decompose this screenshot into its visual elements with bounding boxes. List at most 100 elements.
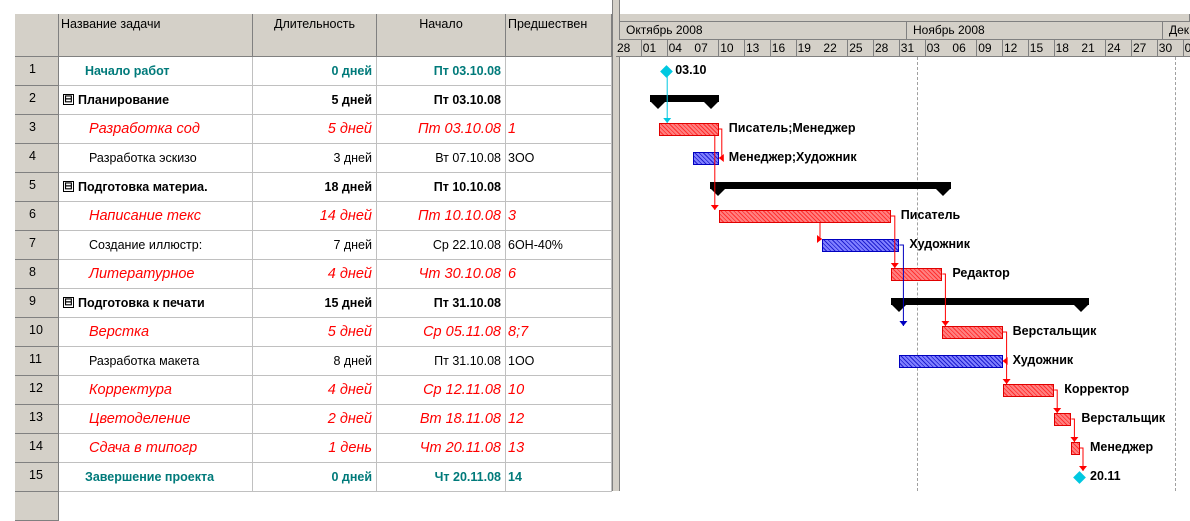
milestone-diamond-icon[interactable] xyxy=(1073,471,1086,484)
table-row[interactable]: 8 Литературное 4 дней Чт 30.10.08 6 xyxy=(0,260,612,289)
cell-predecessors[interactable]: 8;7 xyxy=(506,318,612,347)
row-number[interactable]: 12 xyxy=(15,376,59,405)
row-number-header[interactable] xyxy=(15,14,59,57)
cell-predecessors[interactable]: 1ОО xyxy=(506,347,612,376)
cell-task-name[interactable]: Сдача в типогр xyxy=(59,434,253,463)
table-row-empty[interactable] xyxy=(0,492,612,521)
cell-task-name[interactable]: ⊟ Подготовка к печати xyxy=(59,289,253,318)
cell-task-name[interactable]: Разработка сод xyxy=(59,115,253,144)
cell-duration[interactable]: 14 дней xyxy=(253,202,377,231)
cell-start[interactable]: Пт 03.10.08 xyxy=(377,115,506,144)
table-row[interactable]: 4 Разработка эскизо 3 дней Вт 07.10.08 3ОО xyxy=(0,144,612,173)
row-number[interactable]: 10 xyxy=(15,318,59,347)
cell-task-name[interactable]: ⊟ Подготовка материа. xyxy=(59,173,253,202)
cell-duration[interactable]: 7 дней xyxy=(253,231,377,260)
table-row[interactable]: 5 ⊟ Подготовка материа. 18 дней Пт 10.10.08 xyxy=(0,173,612,202)
cell-duration[interactable]: 1 день xyxy=(253,434,377,463)
task-bar-critical[interactable] xyxy=(718,210,891,223)
cell-start[interactable]: Пт 03.10.08 xyxy=(377,86,506,115)
row-number[interactable]: 8 xyxy=(15,260,59,289)
row-number[interactable]: 6 xyxy=(15,202,59,231)
row-number[interactable]: 15 xyxy=(15,463,59,492)
cell-predecessors[interactable] xyxy=(506,86,612,115)
row-number[interactable]: 5 xyxy=(15,173,59,202)
table-row[interactable]: 2 ⊟ Планирование 5 дней Пт 03.10.08 xyxy=(0,86,612,115)
summary-bar[interactable] xyxy=(710,182,951,189)
table-row[interactable]: 1 Начало работ 0 дней Пт 03.10.08 xyxy=(0,57,612,86)
cell-start[interactable]: Чт 20.11.08 xyxy=(377,463,506,492)
cell-predecessors[interactable] xyxy=(506,289,612,318)
cell-predecessors[interactable]: 3 xyxy=(506,202,612,231)
cell-start[interactable]: Ср 12.11.08 xyxy=(377,376,506,405)
cell-start[interactable]: Пт 10.10.08 xyxy=(377,173,506,202)
task-bar-critical[interactable] xyxy=(1054,413,1072,426)
cell-duration[interactable]: 0 дней xyxy=(253,57,377,86)
column-header-predecessors[interactable]: Предшествен xyxy=(506,14,612,57)
milestone-diamond-icon[interactable] xyxy=(660,65,674,78)
cell-predecessors[interactable]: 10 xyxy=(506,376,612,405)
task-bar-critical[interactable] xyxy=(658,123,719,136)
collapse-toggle-icon[interactable]: ⊟ xyxy=(63,94,74,106)
row-number[interactable] xyxy=(15,492,59,521)
row-number[interactable]: 9 xyxy=(15,289,59,318)
cell-task-name[interactable]: Разработка эскизо xyxy=(59,144,253,173)
cell-start[interactable]: Пт 31.10.08 xyxy=(377,289,506,318)
cell-start[interactable]: Чт 30.10.08 xyxy=(377,260,506,289)
cell-duration[interactable]: 8 дней xyxy=(253,347,377,376)
cell-duration[interactable]: 5 дней xyxy=(253,86,377,115)
cell-start[interactable]: Чт 20.11.08 xyxy=(377,434,506,463)
split-bar[interactable] xyxy=(612,0,620,491)
row-number[interactable]: 2 xyxy=(15,86,59,115)
cell-start[interactable]: Пт 31.10.08 xyxy=(377,347,506,376)
cell-task-name[interactable]: Верстка xyxy=(59,318,253,347)
cell-predecessors[interactable]: 3ОО xyxy=(506,144,612,173)
cell-task-name[interactable]: Начало работ xyxy=(59,57,253,86)
cell-task-name[interactable]: Написание текс xyxy=(59,202,253,231)
cell-duration[interactable]: 5 дней xyxy=(253,115,377,144)
cell-predecessors[interactable]: 13 xyxy=(506,434,612,463)
cell-predecessors[interactable]: 6ОН-40% xyxy=(506,231,612,260)
cell-task-name[interactable]: Цветоделение xyxy=(59,405,253,434)
cell-duration[interactable]: 18 дней xyxy=(253,173,377,202)
cell-predecessors[interactable]: 6 xyxy=(506,260,612,289)
table-row[interactable]: 9 ⊟ Подготовка к печати 15 дней Пт 31.10.08 xyxy=(0,289,612,318)
cell-start[interactable]: Ср 22.10.08 xyxy=(377,231,506,260)
cell-task-name[interactable]: Литературное xyxy=(59,260,253,289)
row-number[interactable]: 14 xyxy=(15,434,59,463)
collapse-toggle-icon[interactable]: ⊟ xyxy=(63,181,74,193)
cell-duration[interactable]: 0 дней xyxy=(253,463,377,492)
row-number[interactable]: 7 xyxy=(15,231,59,260)
cell-task-name[interactable]: Завершение проекта xyxy=(59,463,253,492)
task-bar-critical[interactable] xyxy=(942,326,1003,339)
task-bar[interactable] xyxy=(822,239,900,252)
task-bar[interactable] xyxy=(693,152,719,165)
cell-start[interactable]: Пт 03.10.08 xyxy=(377,57,506,86)
cell-duration[interactable]: 2 дней xyxy=(253,405,377,434)
summary-bar[interactable] xyxy=(890,298,1089,305)
cell-predecessors[interactable]: 12 xyxy=(506,405,612,434)
cell-predecessors[interactable]: 14 xyxy=(506,463,612,492)
cell-start[interactable]: Вт 18.11.08 xyxy=(377,405,506,434)
table-row[interactable]: 13 Цветоделение 2 дней Вт 18.11.08 12 xyxy=(0,405,612,434)
table-row[interactable]: 12 Корректура 4 дней Ср 12.11.08 10 xyxy=(0,376,612,405)
table-row[interactable]: 14 Сдача в типогр 1 день Чт 20.11.08 13 xyxy=(0,434,612,463)
row-number[interactable]: 1 xyxy=(15,57,59,86)
cell-predecessors[interactable] xyxy=(506,173,612,202)
collapse-toggle-icon[interactable]: ⊟ xyxy=(63,297,74,309)
cell-duration[interactable]: 4 дней xyxy=(253,260,377,289)
table-row[interactable]: 3 Разработка сод 5 дней Пт 03.10.08 1 xyxy=(0,115,612,144)
cell-duration[interactable]: 15 дней xyxy=(253,289,377,318)
column-header-start[interactable]: Начало xyxy=(377,14,506,57)
table-row[interactable]: 15 Завершение проекта 0 дней Чт 20.11.08 14 xyxy=(0,463,612,492)
cell-predecessors[interactable] xyxy=(506,57,612,86)
table-row[interactable]: 6 Написание текс 14 дней Пт 10.10.08 3 xyxy=(0,202,612,231)
cell-duration[interactable]: 5 дней xyxy=(253,318,377,347)
cell-task-name[interactable]: Разработка макета xyxy=(59,347,253,376)
row-number[interactable]: 3 xyxy=(15,115,59,144)
cell-duration[interactable]: 4 дней xyxy=(253,376,377,405)
row-number[interactable]: 4 xyxy=(15,144,59,173)
task-bar-critical[interactable] xyxy=(1002,384,1055,397)
task-bar[interactable] xyxy=(899,355,1003,368)
cell-task-name[interactable]: Создание иллюстр: xyxy=(59,231,253,260)
task-bar-critical[interactable] xyxy=(890,268,943,281)
